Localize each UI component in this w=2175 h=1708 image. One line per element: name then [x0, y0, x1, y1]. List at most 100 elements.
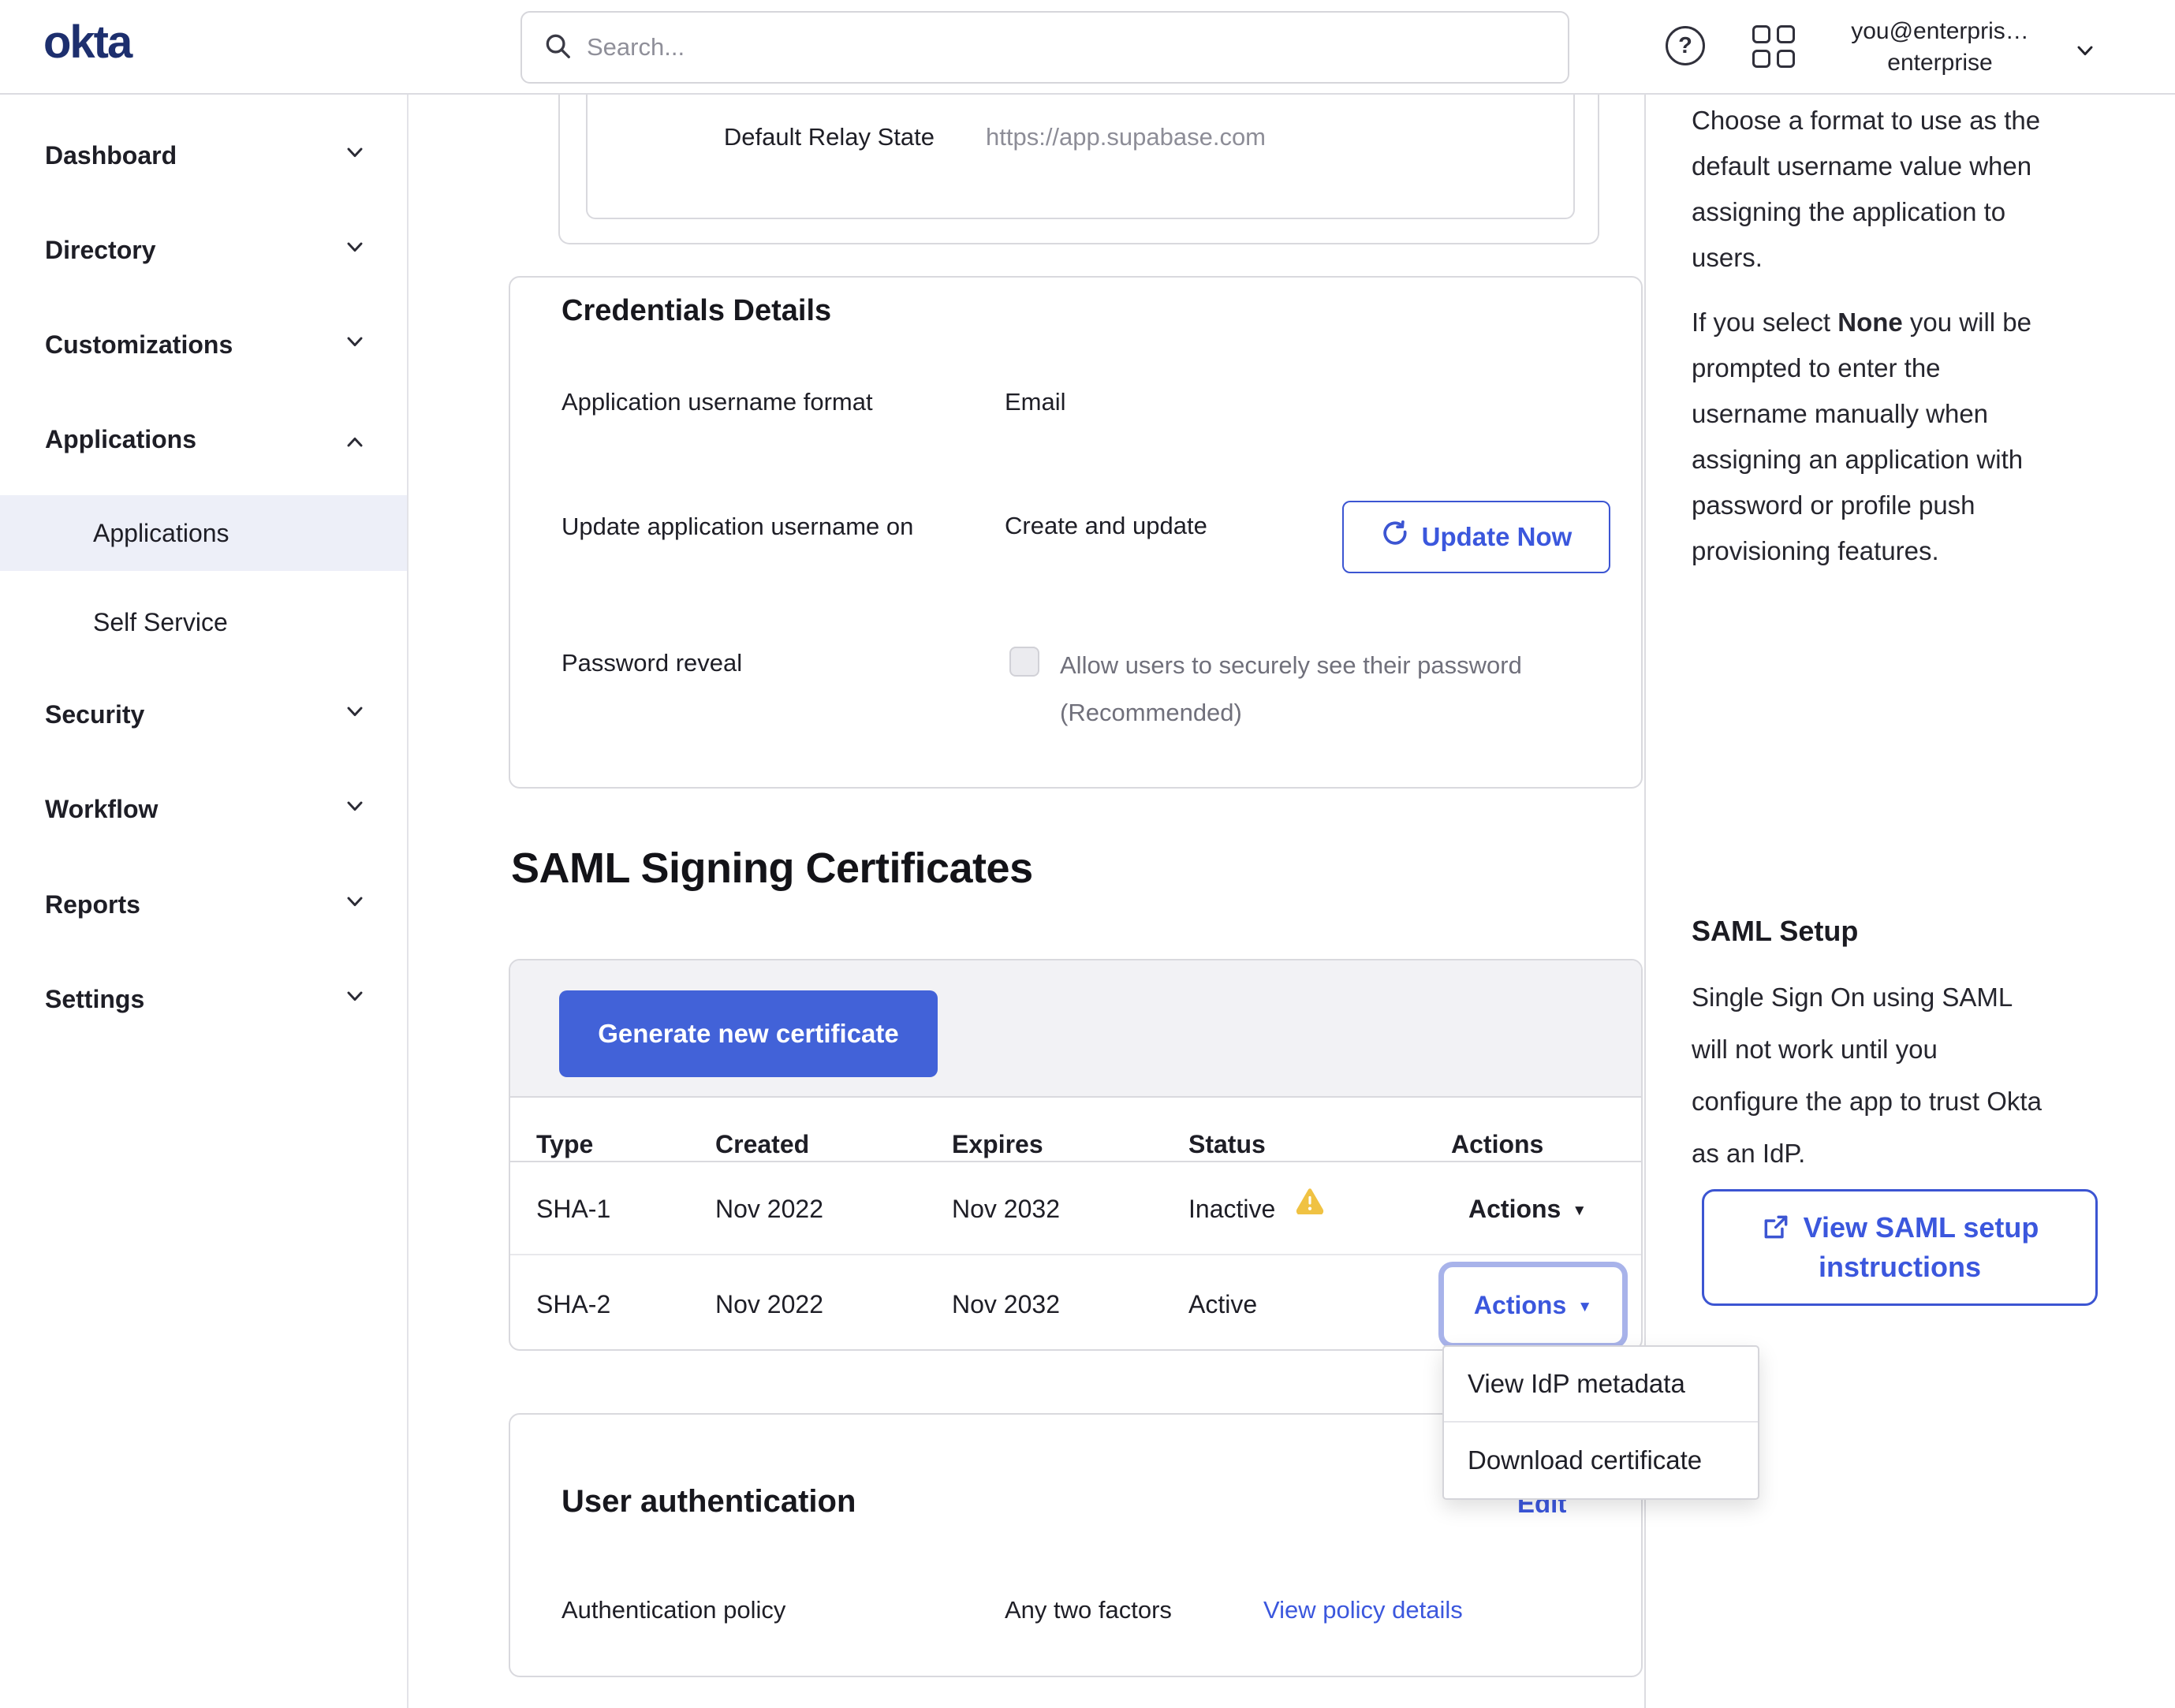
chevron-down-icon — [342, 793, 367, 825]
certificates-card: Generate new certificate Type Created Ex… — [509, 959, 1643, 1351]
user-auth-title: User authentication — [561, 1482, 856, 1520]
cert-created: Nov 2022 — [715, 1287, 823, 1322]
chevron-down-icon — [342, 140, 367, 171]
sidebar-item-security[interactable]: Security — [0, 677, 407, 752]
global-search[interactable] — [520, 11, 1569, 84]
update-username-value: Create and update — [1005, 509, 1207, 543]
view-saml-setup-button[interactable]: View SAML setup instructions — [1702, 1189, 2098, 1306]
cert-type: SHA-2 — [536, 1287, 610, 1322]
sidebar-item-label: Settings — [45, 985, 144, 1014]
search-input[interactable] — [587, 33, 1547, 62]
actions-label: Actions — [1474, 1291, 1566, 1319]
generate-certificate-button[interactable]: Generate new certificate — [559, 990, 938, 1077]
update-username-label: Update application username on — [561, 503, 924, 550]
grid-square — [1752, 25, 1770, 43]
sidebar-item-label: Applications — [45, 425, 196, 454]
sidebar-item-label: Customizations — [45, 330, 233, 360]
grid-square — [1777, 50, 1795, 68]
saml-setup-title: SAML Setup — [1692, 915, 1858, 948]
sidebar-item-workflow[interactable]: Workflow — [0, 771, 407, 847]
col-header-status: Status — [1188, 1127, 1266, 1162]
username-format-label: Application username format — [561, 385, 972, 420]
view-policy-details-link[interactable]: View policy details — [1263, 1593, 1463, 1628]
sidebar-subitem-applications[interactable]: Applications — [0, 495, 407, 571]
sso-settings-card: Default Relay State https://app.supabase… — [558, 93, 1599, 244]
credentials-title: Credentials Details — [561, 292, 831, 330]
sidebar-item-customizations[interactable]: Customizations — [0, 307, 407, 382]
saml-setup-button-label: View SAML setup instructions — [1804, 1211, 2039, 1283]
grid-square — [1752, 50, 1770, 68]
help-text-part: If you select — [1692, 308, 1837, 337]
grid-square — [1777, 25, 1795, 43]
chevron-down-icon — [342, 889, 367, 920]
actions-dropdown-button-focused[interactable]: Actions ▼ — [1438, 1262, 1628, 1348]
username-help-text: Choose a format to use as the default us… — [1692, 98, 2157, 281]
cert-expires: Nov 2032 — [952, 1287, 1060, 1322]
relay-state-value: https://app.supabase.com — [986, 120, 1266, 155]
sidebar-item-directory[interactable]: Directory — [0, 212, 407, 288]
credentials-details-card: Credentials Details Application username… — [509, 276, 1643, 789]
cert-expires: Nov 2032 — [952, 1191, 1060, 1226]
col-header-actions: Actions — [1451, 1127, 1543, 1162]
col-header-type: Type — [536, 1127, 593, 1162]
password-reveal-checkbox[interactable] — [1009, 647, 1039, 677]
caret-down-icon: ▼ — [1577, 1299, 1592, 1316]
page-title: SAML Signing Certificates — [511, 844, 1033, 893]
col-header-created: Created — [715, 1127, 809, 1162]
auth-policy-label: Authentication policy — [561, 1593, 785, 1628]
help-text-bold: None — [1837, 308, 1903, 337]
actions-dropdown-button[interactable]: Actions ▼ — [1468, 1191, 1587, 1231]
sidebar-subitem-self-service[interactable]: Self Service — [0, 584, 407, 660]
chevron-down-icon — [342, 983, 367, 1015]
update-now-label: Update Now — [1422, 522, 1572, 552]
sidebar-item-label: Workflow — [45, 795, 158, 824]
external-link-icon — [1761, 1212, 1791, 1242]
okta-admin-console: okta ? you@enterpris… enterprise D — [0, 0, 2175, 1708]
account-email: you@enterpris… — [1814, 16, 2066, 47]
search-icon — [543, 31, 573, 65]
account-org: enterprise — [1814, 47, 2066, 79]
sidebar-subitem-label: Self Service — [93, 608, 228, 637]
password-reveal-help: Allow users to securely see their passwo… — [1060, 642, 1522, 737]
sidebar-item-reports[interactable]: Reports — [0, 867, 407, 942]
sidebar-item-settings[interactable]: Settings — [0, 961, 407, 1037]
chevron-down-icon — [2072, 38, 2098, 67]
username-help-text-2: If you select None you will be prompted … — [1692, 300, 2157, 574]
chevron-down-icon — [342, 699, 367, 730]
cert-status: Active — [1188, 1287, 1257, 1322]
sidebar-item-label: Directory — [45, 236, 156, 265]
sidebar-nav: Dashboard Directory Customizations Appli… — [0, 95, 409, 1708]
advanced-settings-box: Default Relay State https://app.supabase… — [586, 93, 1575, 219]
menu-item-download-certificate[interactable]: Download certificate — [1444, 1423, 1758, 1498]
cert-type: SHA-1 — [536, 1191, 610, 1226]
sidebar-item-applications[interactable]: Applications — [0, 401, 407, 477]
cert-created: Nov 2022 — [715, 1191, 823, 1226]
chevron-down-icon — [342, 329, 367, 360]
chevron-up-icon — [342, 423, 367, 455]
sidebar-item-label: Security — [45, 700, 144, 729]
password-reveal-label: Password reveal — [561, 646, 742, 681]
username-format-value: Email — [1005, 385, 1066, 420]
cert-status: Inactive — [1188, 1191, 1275, 1226]
account-menu[interactable]: you@enterpris… enterprise — [1814, 16, 2066, 79]
help-icon[interactable]: ? — [1666, 26, 1705, 65]
divider — [510, 1254, 1641, 1255]
top-header: okta ? you@enterpris… enterprise — [0, 0, 2175, 95]
auth-policy-value: Any two factors — [1005, 1593, 1172, 1628]
refresh-icon — [1381, 520, 1409, 554]
divider — [510, 1161, 1641, 1162]
saml-setup-text: Single Sign On using SAML will not work … — [1692, 971, 2157, 1180]
caret-down-icon: ▼ — [1572, 1194, 1587, 1229]
relay-state-label: Default Relay State — [588, 120, 935, 155]
menu-item-view-idp-metadata[interactable]: View IdP metadata — [1444, 1347, 1758, 1423]
update-now-button[interactable]: Update Now — [1342, 501, 1610, 573]
sidebar-subitem-label: Applications — [93, 519, 229, 548]
warning-icon — [1296, 1188, 1324, 1218]
sidebar-item-dashboard[interactable]: Dashboard — [0, 117, 407, 193]
actions-label: Actions — [1468, 1195, 1561, 1223]
sidebar-item-label: Dashboard — [45, 141, 177, 170]
chevron-down-icon — [342, 234, 367, 266]
okta-logo: okta — [43, 16, 131, 69]
col-header-expires: Expires — [952, 1127, 1043, 1162]
app-switcher-icon[interactable] — [1752, 25, 1795, 68]
